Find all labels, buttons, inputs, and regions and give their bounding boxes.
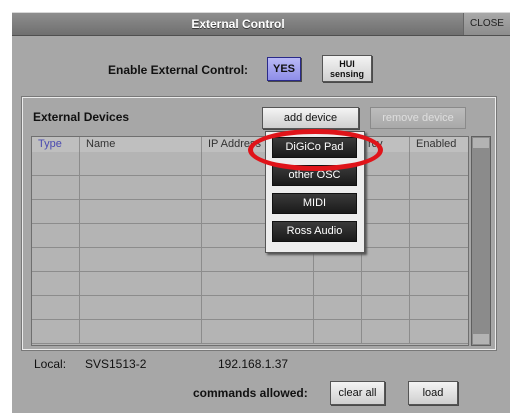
table-cell[interactable] [80, 272, 202, 295]
devices-scrollbar[interactable] [471, 136, 491, 346]
table-cell[interactable] [314, 296, 362, 319]
table-cell[interactable] [362, 320, 410, 343]
add-device-button[interactable]: add device [262, 107, 359, 129]
column-header-enabled[interactable]: Enabled [410, 137, 468, 152]
column-header-type[interactable]: Type [32, 137, 80, 152]
table-cell[interactable] [32, 248, 80, 271]
table-cell[interactable] [362, 200, 410, 223]
table-cell[interactable] [80, 176, 202, 199]
close-button[interactable]: CLOSE [463, 13, 510, 35]
table-row[interactable] [32, 176, 468, 200]
table-cell[interactable] [32, 152, 80, 175]
devices-table: Type Name IP Address rcv Enabled [31, 136, 469, 346]
table-cell[interactable] [314, 272, 362, 295]
table-cell[interactable] [410, 296, 468, 319]
menu-item-midi[interactable]: MIDI [272, 193, 357, 214]
table-cell[interactable] [362, 176, 410, 199]
table-cell[interactable] [32, 176, 80, 199]
table-cell[interactable] [32, 200, 80, 223]
table-cell[interactable] [410, 176, 468, 199]
column-header-name[interactable]: Name [80, 137, 202, 152]
clear-all-button[interactable]: clear all [330, 381, 385, 405]
table-row[interactable] [32, 320, 468, 344]
table-cell[interactable] [32, 320, 80, 343]
table-cell[interactable] [202, 272, 314, 295]
table-cell[interactable] [410, 200, 468, 223]
table-cell[interactable] [362, 224, 410, 247]
scroll-down-arrow[interactable] [473, 334, 489, 344]
menu-item-ross-audio[interactable]: Ross Audio [272, 221, 357, 242]
scroll-up-arrow[interactable] [473, 138, 489, 148]
yes-button[interactable]: YES [267, 57, 301, 81]
table-cell[interactable] [202, 320, 314, 343]
local-label: Local: [34, 357, 67, 371]
table-cell[interactable] [410, 248, 468, 271]
sensing-label: sensing [329, 69, 364, 79]
hui-label: HUI [339, 59, 355, 69]
table-cell[interactable] [362, 272, 410, 295]
table-cell[interactable] [80, 224, 202, 247]
table-row[interactable] [32, 248, 468, 272]
table-cell[interactable] [32, 272, 80, 295]
table-cell[interactable] [314, 320, 362, 343]
table-cell[interactable] [32, 296, 80, 319]
table-cell[interactable] [410, 272, 468, 295]
external-devices-panel: External Devices add device remove devic… [21, 96, 497, 351]
table-row[interactable] [32, 200, 468, 224]
table-cell[interactable] [80, 296, 202, 319]
external-devices-title: External Devices [33, 110, 130, 124]
table-cell[interactable] [410, 152, 468, 175]
remove-device-button[interactable]: remove device [370, 107, 466, 129]
local-ip-address: 192.168.1.37 [218, 357, 289, 371]
table-row[interactable] [32, 224, 468, 248]
commands-allowed-label: commands allowed: [193, 386, 308, 400]
local-hostname: SVS1513-2 [85, 357, 147, 371]
table-cell[interactable] [202, 296, 314, 319]
table-cell[interactable] [80, 200, 202, 223]
hui-sensing-button[interactable]: HUI sensing [322, 55, 372, 82]
enable-external-control-label: Enable External Control: [108, 63, 249, 77]
external-control-window: External Control CLOSE Enable External C… [12, 12, 510, 413]
table-cell[interactable] [32, 224, 80, 247]
table-cell[interactable] [362, 296, 410, 319]
table-row[interactable] [32, 272, 468, 296]
table-cell[interactable] [362, 248, 410, 271]
load-button[interactable]: load [408, 381, 458, 405]
table-cell[interactable] [410, 224, 468, 247]
table-cell[interactable] [80, 320, 202, 343]
table-cell[interactable] [80, 152, 202, 175]
table-row[interactable] [32, 296, 468, 320]
window-title: External Control [191, 17, 285, 31]
table-cell[interactable] [410, 320, 468, 343]
table-cell[interactable] [80, 248, 202, 271]
title-bar: External Control CLOSE [12, 13, 510, 36]
highlight-ellipse [248, 129, 383, 171]
